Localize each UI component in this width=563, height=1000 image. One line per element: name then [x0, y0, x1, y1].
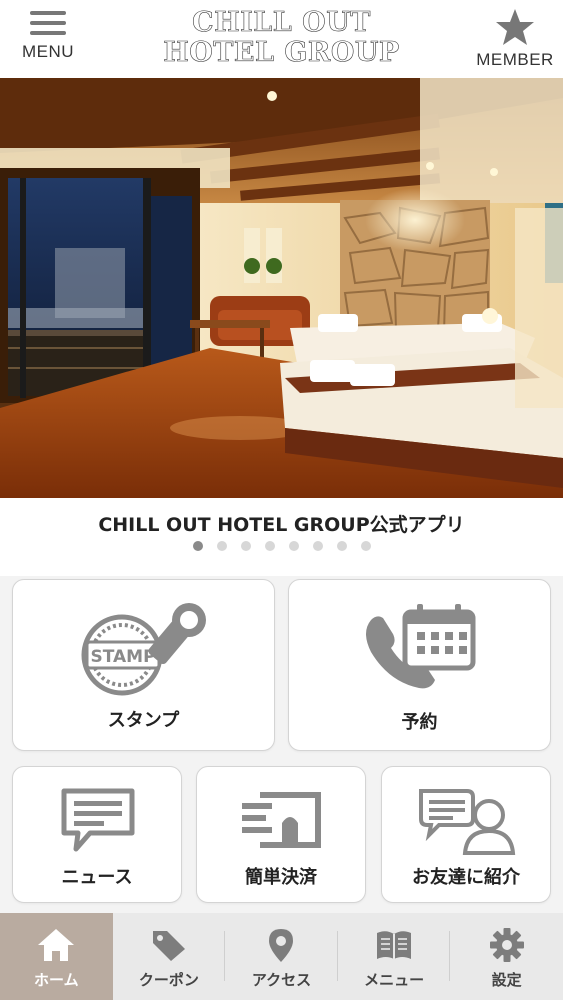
invite-card[interactable]: お友達に紹介: [381, 766, 551, 903]
tab-coupon-label: クーポン: [138, 971, 199, 989]
map-pin-icon: [269, 929, 294, 962]
pagination-dot[interactable]: [240, 541, 251, 551]
stamp-label: スタンプ: [107, 710, 180, 731]
app-screen: MENU CHILL OUT HOTEL GROUP MEMBER CHILL …: [0, 0, 563, 1000]
home-icon: [38, 929, 75, 961]
pagination-dot[interactable]: [360, 541, 371, 551]
pagination-dot[interactable]: [336, 541, 347, 551]
pagination-dot[interactable]: [216, 541, 227, 551]
hamburger-icon: [30, 8, 66, 38]
tab-settings-label: 設定: [491, 971, 522, 989]
carousel-pagination[interactable]: [0, 541, 563, 551]
tab-home-label: ホーム: [34, 971, 79, 989]
payment-label: 簡単決済: [245, 867, 317, 888]
tab-settings[interactable]: 設定: [450, 913, 563, 1000]
tab-access[interactable]: アクセス: [225, 913, 338, 1000]
coupon-tag-icon: [152, 931, 185, 961]
stamp-icon-text: STAMP: [90, 647, 155, 667]
member-label: MEMBER: [476, 50, 554, 69]
gear-icon: [489, 928, 524, 962]
pagination-dot[interactable]: [264, 541, 275, 551]
member-button[interactable]: MEMBER: [475, 8, 555, 72]
logo-line-1: CHILL OUT: [192, 7, 371, 38]
bottom-tab-bar: ホーム クーポン アクセス メニュー 設定: [0, 913, 563, 1000]
tab-coupon[interactable]: クーポン: [113, 913, 226, 1000]
invite-friend-icon: [419, 789, 516, 855]
app-header: MENU CHILL OUT HOTEL GROUP MEMBER: [0, 0, 563, 78]
invite-label: お友達に紹介: [412, 867, 520, 888]
news-label: ニュース: [61, 867, 133, 888]
brand-logo: CHILL OUT HOTEL GROUP: [150, 7, 413, 70]
pagination-dot[interactable]: [192, 541, 203, 551]
menu-button[interactable]: MENU: [8, 8, 88, 72]
carousel-caption: CHILL OUT HOTEL GROUP公式アプリ: [0, 498, 563, 576]
pagination-dot[interactable]: [288, 541, 299, 551]
payment-card[interactable]: 簡単決済: [196, 766, 366, 903]
reservation-label: 予約: [401, 712, 438, 733]
tab-menu-label: メニュー: [364, 971, 425, 989]
news-card[interactable]: ニュース: [12, 766, 182, 903]
carousel-title: CHILL OUT HOTEL GROUP公式アプリ: [98, 514, 465, 536]
logo-line-2: HOTEL GROUP: [163, 37, 400, 68]
hotel-room-photo: [0, 78, 563, 498]
pagination-dot[interactable]: [312, 541, 323, 551]
book-icon: [377, 931, 412, 959]
payment-icon: [242, 792, 321, 848]
news-icon: [61, 788, 135, 852]
tab-home[interactable]: ホーム: [0, 913, 113, 1000]
menu-label: MENU: [21, 42, 75, 61]
carousel-hero-image[interactable]: [0, 78, 563, 498]
star-icon: [496, 9, 534, 45]
stamp-icon: STAMP: [81, 603, 206, 696]
reservation-card[interactable]: 予約: [288, 579, 551, 751]
tab-menu[interactable]: メニュー: [338, 913, 451, 1000]
phone-calendar-icon: [366, 604, 476, 689]
tab-access-label: アクセス: [251, 971, 312, 989]
stamp-card[interactable]: STAMP スタンプ: [12, 579, 275, 751]
